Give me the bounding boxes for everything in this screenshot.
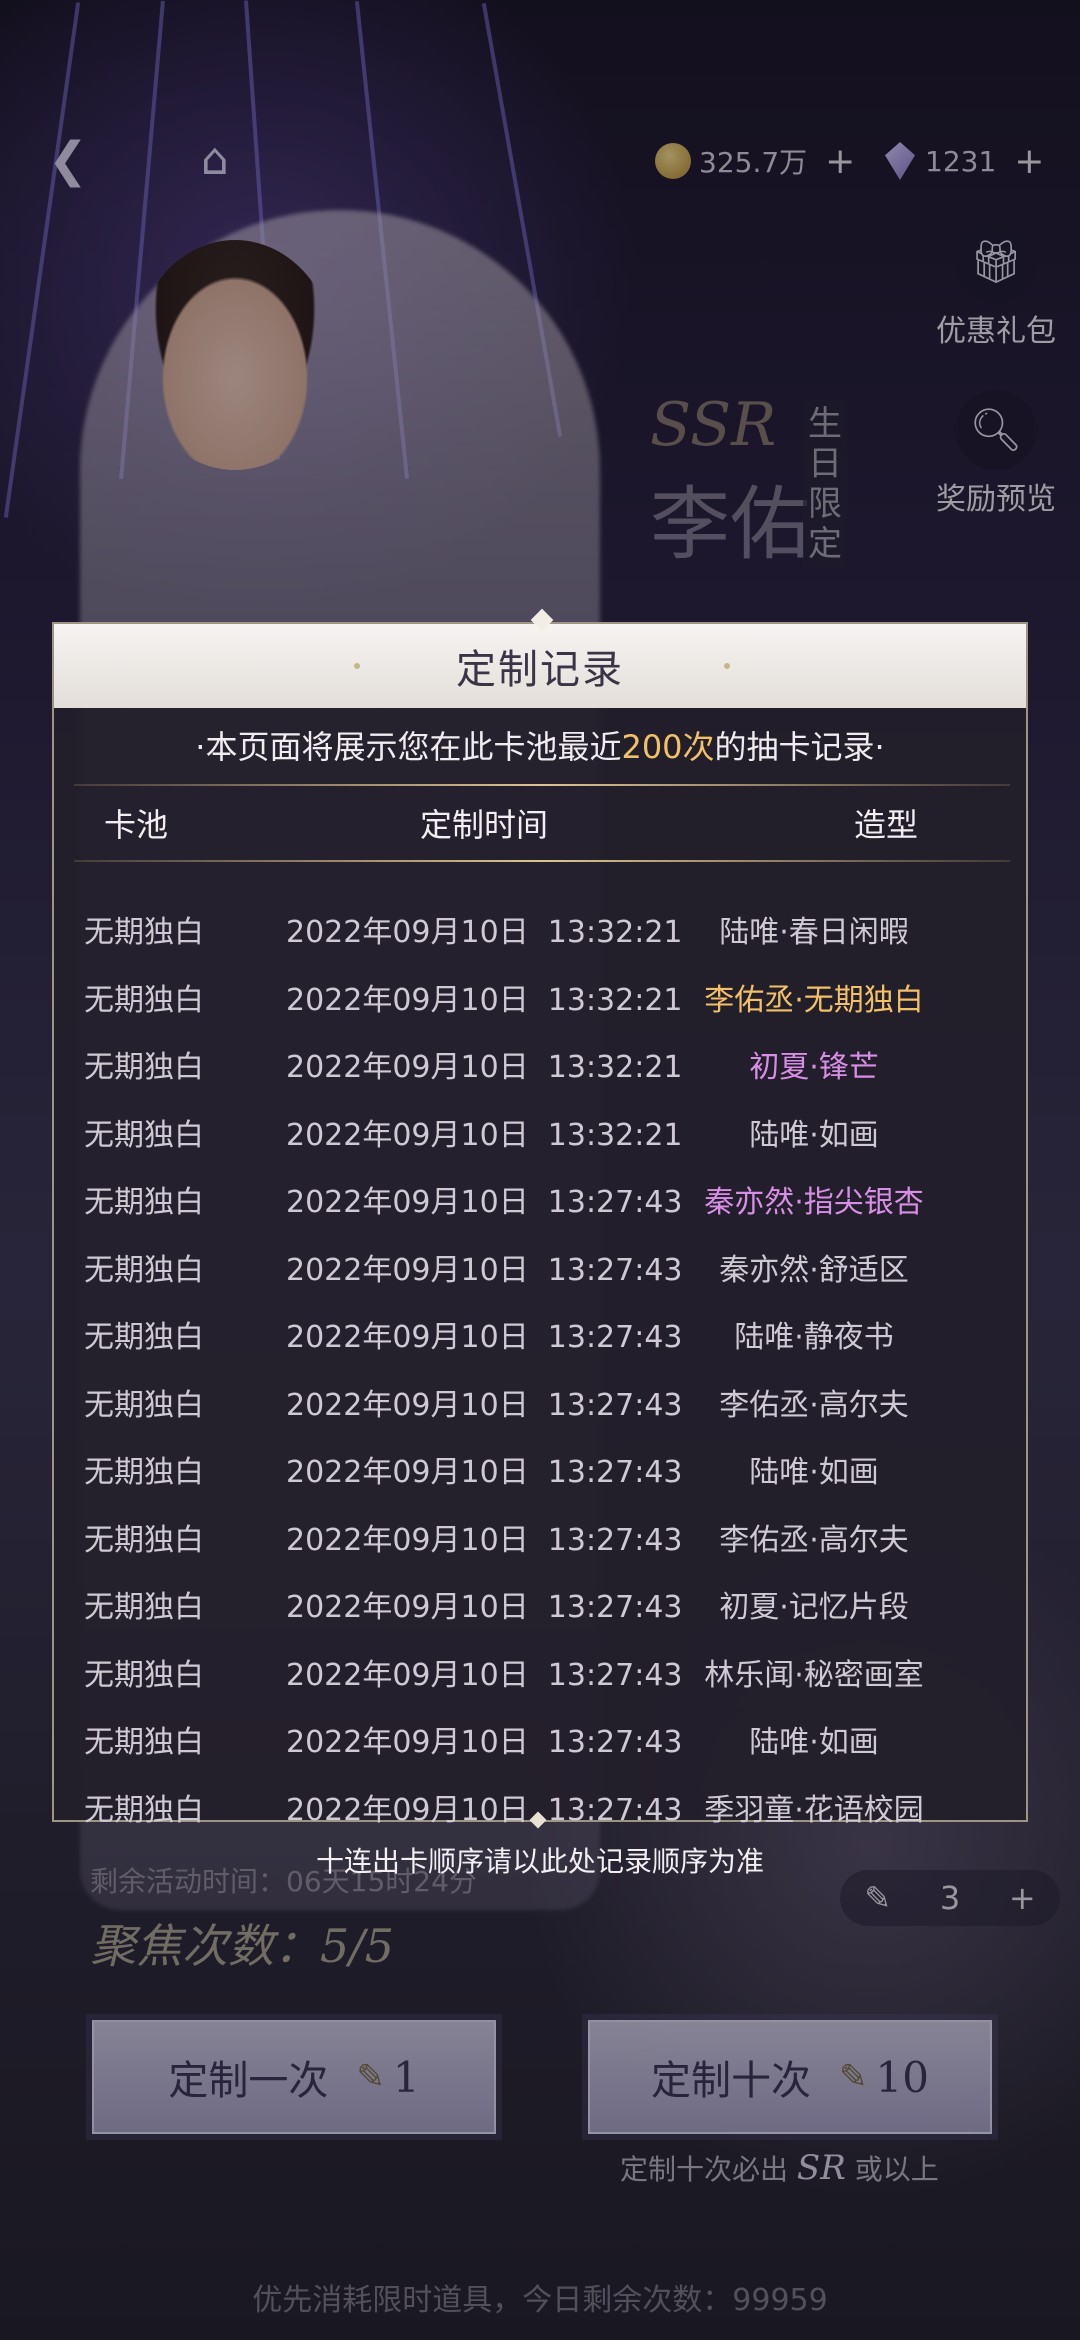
record-pool: 无期独白 — [84, 1725, 204, 1760]
record-pool: 无期独白 — [84, 1657, 204, 1693]
header-ornament — [354, 663, 360, 669]
divider — [74, 784, 1010, 786]
record-row: 无期独白 2022年09月10日 13:32:21 陆唯·如画 — [54, 1092, 1026, 1160]
record-pool: 无期独白 — [84, 1185, 204, 1220]
record-style: 李佑丞·高尔夫 — [719, 1522, 909, 1558]
record-row: 无期独白 2022年09月10日 13:27:43 陆唯·静夜书 — [54, 1294, 1026, 1362]
record-list[interactable]: 无期独白 2022年09月10日 13:32:21 陆唯·春日闲暇 无期独白 2022年… — [54, 889, 1026, 1834]
record-pool: 无期独白 — [84, 1117, 204, 1153]
record-style: 李佑丞·高尔夫 — [719, 1387, 909, 1423]
record-row: 无期独白 2022年09月10日 13:27:43 秦亦然·舒适区 — [54, 1227, 1026, 1295]
notice-count: 200次 — [621, 728, 715, 766]
record-pool: 无期独白 — [84, 1320, 204, 1355]
column-header-time: 定制时间 — [420, 806, 549, 844]
record-pool: 无期独白 — [84, 1455, 204, 1490]
record-row: 无期独白 2022年09月10日 13:27:43 林乐闻·秘密画室 — [54, 1632, 1026, 1700]
record-row: 无期独白 2022年09月10日 13:27:43 陆唯·如画 — [54, 1699, 1026, 1767]
record-row: 无期独白 2022年09月10日 13:27:43 秦亦然·指尖银杏 — [54, 1159, 1026, 1227]
record-row: 无期独白 2022年09月10日 13:27:43 李佑丞·高尔夫 — [54, 1497, 1026, 1565]
record-row: 无期独白 2022年09月10日 13:32:21 李佑丞·无期独白 — [54, 957, 1026, 1025]
record-row: 无期独白 2022年09月10日 13:27:43 初夏·记忆片段 — [54, 1564, 1026, 1632]
header-ornament — [724, 663, 730, 669]
record-pool: 无期独白 — [84, 1050, 204, 1085]
record-style: 陆唯·如画 — [749, 1725, 879, 1760]
column-header-pool: 卡池 — [104, 806, 169, 844]
record-pool: 无期独白 — [84, 915, 204, 950]
record-style: 初夏·锋芒 — [749, 1050, 879, 1085]
column-header-style: 造型 — [854, 806, 919, 844]
record-pool: 无期独白 — [84, 1522, 204, 1558]
record-row: 无期独白 2022年09月10日 13:32:21 初夏·锋芒 — [54, 1024, 1026, 1092]
divider — [74, 860, 1010, 862]
record-pool: 无期独白 — [84, 1792, 204, 1828]
record-style: 季羽童·花语校园 — [704, 1792, 924, 1828]
record-notice: ·本页面将展示您在此卡池最近200次的抽卡记录· — [54, 722, 1026, 768]
notice-suffix: 的抽卡记录· — [714, 728, 885, 766]
record-style: 陆唯·如画 — [749, 1455, 879, 1490]
record-style: 陆唯·春日闲暇 — [719, 915, 909, 950]
record-style: 李佑丞·无期独白 — [704, 982, 924, 1018]
record-row: 无期独白 2022年09月10日 13:32:21 陆唯·春日闲暇 — [54, 889, 1026, 957]
record-pool: 无期独白 — [84, 1387, 204, 1423]
record-row: 无期独白 2022年09月10日 13:27:43 李佑丞·高尔夫 — [54, 1362, 1026, 1430]
record-pool: 无期独白 — [84, 1590, 204, 1625]
record-style: 林乐闻·秘密画室 — [704, 1657, 924, 1693]
dialog-title: 定制记录 — [456, 647, 624, 693]
dialog-header: 定制记录 — [54, 624, 1026, 708]
record-style: 秦亦然·指尖银杏 — [704, 1185, 924, 1220]
order-note: 十连出卡顺序请以此处记录顺序为准 — [315, 1845, 764, 1878]
record-pool: 无期独白 — [84, 1252, 204, 1288]
record-dialog: 定制记录 ·本页面将展示您在此卡池最近200次的抽卡记录· 卡池 定制时间 造型… — [52, 608, 1028, 1828]
record-style: 陆唯·静夜书 — [734, 1320, 894, 1355]
record-style: 秦亦然·舒适区 — [719, 1252, 909, 1288]
record-style: 初夏·记忆片段 — [719, 1590, 909, 1625]
notice-prefix: ·本页面将展示您在此卡池最近 — [195, 728, 622, 766]
record-pool: 无期独白 — [84, 982, 204, 1018]
record-style: 陆唯·如画 — [749, 1117, 879, 1153]
record-row: 无期独白 2022年09月10日 13:27:43 陆唯·如画 — [54, 1429, 1026, 1497]
